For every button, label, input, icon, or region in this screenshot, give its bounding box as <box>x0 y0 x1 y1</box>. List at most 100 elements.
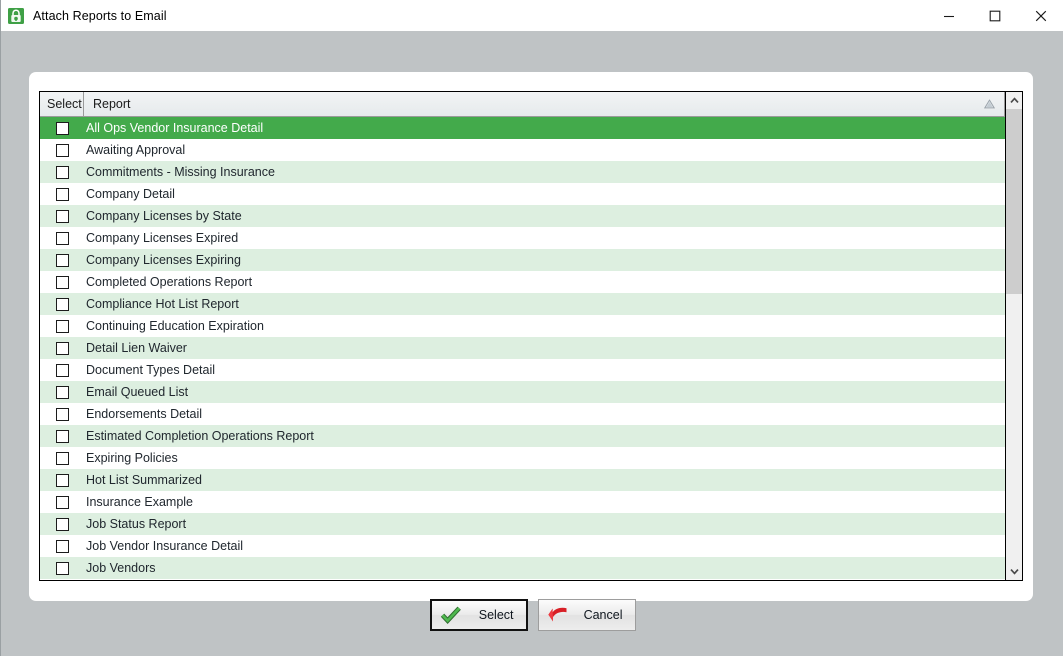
table-row[interactable]: Insurance Example <box>40 491 1005 513</box>
row-checkbox[interactable] <box>55 407 69 421</box>
grid-rows: All Ops Vendor Insurance Detail Awaiting … <box>40 117 1005 580</box>
sort-ascending-icon <box>984 99 995 109</box>
row-select-cell[interactable] <box>40 275 84 289</box>
row-checkbox[interactable] <box>55 253 69 267</box>
select-button[interactable]: Select <box>429 599 528 631</box>
row-select-cell[interactable] <box>40 209 84 223</box>
row-select-cell[interactable] <box>40 319 84 333</box>
table-row[interactable]: All Ops Vendor Insurance Detail <box>40 117 1005 139</box>
table-row[interactable]: Company Detail <box>40 183 1005 205</box>
row-select-cell[interactable] <box>40 517 84 531</box>
report-name-cell: Company Licenses by State <box>86 209 242 223</box>
row-select-cell[interactable] <box>40 561 84 575</box>
row-checkbox[interactable] <box>55 275 69 289</box>
table-row[interactable]: Company Licenses Expired <box>40 227 1005 249</box>
row-select-cell[interactable] <box>40 451 84 465</box>
window-controls <box>926 0 1063 31</box>
scroll-up-button[interactable] <box>1006 92 1022 109</box>
column-header-report-label: Report <box>93 97 131 111</box>
row-checkbox[interactable] <box>55 539 69 553</box>
row-checkbox[interactable] <box>55 143 69 157</box>
table-row[interactable]: Estimated Completion Operations Report <box>40 425 1005 447</box>
row-checkbox[interactable] <box>55 517 69 531</box>
row-select-cell[interactable] <box>40 385 84 399</box>
table-row[interactable]: Hot List Summarized <box>40 469 1005 491</box>
table-row[interactable]: Completed Operations Report <box>40 271 1005 293</box>
maximize-icon <box>989 10 1001 21</box>
row-checkbox[interactable] <box>55 165 69 179</box>
row-select-cell[interactable] <box>40 165 84 179</box>
chevron-down-icon <box>1010 569 1019 575</box>
table-row[interactable]: Job Status Report <box>40 513 1005 535</box>
report-name-cell: Continuing Education Expiration <box>86 319 264 333</box>
row-checkbox[interactable] <box>55 561 69 575</box>
scrollbar-thumb[interactable] <box>1006 109 1022 294</box>
vertical-scrollbar[interactable] <box>1005 92 1022 580</box>
report-name-cell: Compliance Hot List Report <box>86 297 239 311</box>
row-checkbox[interactable] <box>55 231 69 245</box>
table-row[interactable]: Document Types Detail <box>40 359 1005 381</box>
report-name-cell: Job Vendor Insurance Detail <box>86 539 244 553</box>
row-select-cell[interactable] <box>40 473 84 487</box>
report-name-cell: Commitments - Missing Insurance <box>86 165 275 179</box>
table-row[interactable]: Continuing Education Expiration <box>40 315 1005 337</box>
row-select-cell[interactable] <box>40 187 84 201</box>
table-row[interactable]: Company Licenses by State <box>40 205 1005 227</box>
scroll-down-button[interactable] <box>1006 563 1022 580</box>
row-checkbox[interactable] <box>55 297 69 311</box>
column-header-select[interactable]: Select <box>40 92 84 116</box>
row-select-cell[interactable] <box>40 539 84 553</box>
green-check-icon <box>440 606 461 624</box>
close-button[interactable] <box>1018 0 1063 31</box>
row-select-cell[interactable] <box>40 121 84 135</box>
row-checkbox[interactable] <box>55 187 69 201</box>
cancel-button-label: Cancel <box>583 608 623 622</box>
report-name-cell: Detail Lien Waiver <box>86 341 187 355</box>
table-row[interactable]: Email Queued List <box>40 381 1005 403</box>
row-checkbox[interactable] <box>55 319 69 333</box>
report-name-cell: Email Queued List <box>86 385 189 399</box>
row-select-cell[interactable] <box>40 341 84 355</box>
report-name-cell: Job Vendors <box>86 561 156 575</box>
row-select-cell[interactable] <box>40 143 84 157</box>
report-name-cell: Hot List Summarized <box>86 473 203 487</box>
row-checkbox[interactable] <box>55 363 69 377</box>
close-icon <box>1035 10 1047 21</box>
chevron-up-icon <box>1010 97 1019 103</box>
row-checkbox[interactable] <box>55 451 69 465</box>
table-row[interactable]: Detail Lien Waiver <box>40 337 1005 359</box>
table-row[interactable]: Awaiting Approval <box>40 139 1005 161</box>
row-select-cell[interactable] <box>40 231 84 245</box>
report-name-cell: Estimated Completion Operations Report <box>86 429 314 443</box>
row-select-cell[interactable] <box>40 253 84 267</box>
row-checkbox[interactable] <box>55 429 69 443</box>
table-row[interactable]: Job Vendors <box>40 557 1005 579</box>
row-select-cell[interactable] <box>40 495 84 509</box>
table-row[interactable]: Job Vendor Insurance Detail <box>40 535 1005 557</box>
minimize-button[interactable] <box>926 0 972 31</box>
reports-grid[interactable]: Select Report All Ops Vendor Insurance D… <box>39 91 1023 581</box>
row-checkbox[interactable] <box>55 121 69 135</box>
row-checkbox[interactable] <box>55 473 69 487</box>
row-select-cell[interactable] <box>40 429 84 443</box>
table-row[interactable]: Expiring Policies <box>40 447 1005 469</box>
table-row[interactable]: Commitments - Missing Insurance <box>40 161 1005 183</box>
report-name-cell: Expiring Policies <box>86 451 178 465</box>
report-name-cell: Completed Operations Report <box>86 275 253 289</box>
row-checkbox[interactable] <box>55 385 69 399</box>
row-checkbox[interactable] <box>55 341 69 355</box>
dialog-body: Select Report All Ops Vendor Insurance D… <box>1 31 1063 656</box>
column-header-report[interactable]: Report <box>84 92 1005 116</box>
row-select-cell[interactable] <box>40 363 84 377</box>
report-name-cell: Company Licenses Expired <box>86 231 239 245</box>
red-back-arrow-icon <box>547 607 566 622</box>
row-select-cell[interactable] <box>40 297 84 311</box>
row-checkbox[interactable] <box>55 495 69 509</box>
row-checkbox[interactable] <box>55 209 69 223</box>
maximize-button[interactable] <box>972 0 1018 31</box>
table-row[interactable]: Compliance Hot List Report <box>40 293 1005 315</box>
table-row[interactable]: Endorsements Detail <box>40 403 1005 425</box>
cancel-button[interactable]: Cancel <box>537 599 636 631</box>
table-row[interactable]: Company Licenses Expiring <box>40 249 1005 271</box>
row-select-cell[interactable] <box>40 407 84 421</box>
